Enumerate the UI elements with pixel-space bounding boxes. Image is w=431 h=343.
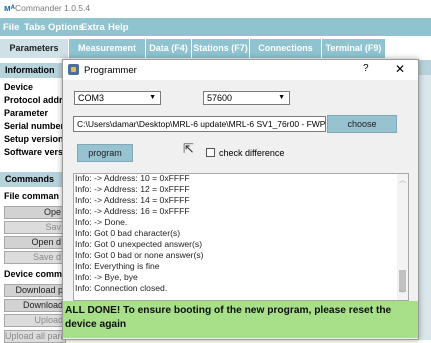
baud-rate-select[interactable]: 57600 ▼ <box>203 91 290 105</box>
com-port-value: COM3 <box>78 93 105 103</box>
tab-stations[interactable]: Stations (F7) <box>192 39 249 58</box>
baud-rate-value: 57600 <box>207 93 233 103</box>
programmer-dialog: Programmer ? ✕ COM3 ▼ 57600 ▼ C:\Users\d… <box>62 59 419 340</box>
log-line: Info: -> Done. <box>75 217 128 227</box>
save-device-button[interactable]: Save d <box>4 251 66 264</box>
help-button[interactable]: ? <box>363 63 369 74</box>
app-title: Commander 1.0.5.4 <box>15 3 91 13</box>
log-line: Info: Everything is fine <box>75 261 160 271</box>
status-message: ALL DONE! To ensure booting of the new p… <box>65 305 392 330</box>
choose-button[interactable]: choose <box>327 115 397 133</box>
chevron-up-icon[interactable]: ︿ <box>399 175 406 185</box>
log-line: Info: -> Address: 12 = 0xFFFF <box>75 184 190 194</box>
info-software-label: Software vers <box>4 147 64 157</box>
chevron-down-icon: ▼ <box>278 94 285 101</box>
download-button[interactable]: Download <box>4 299 66 312</box>
info-setup-label: Setup version <box>4 134 64 144</box>
info-parameter-label: Parameter <box>4 108 49 118</box>
log-scrollbar[interactable]: ︿ ﹀ <box>397 174 408 300</box>
left-panel: Information Device Protocol addr Paramet… <box>0 60 66 343</box>
chevron-down-icon[interactable]: ﹀ <box>399 289 406 299</box>
log-line: Info: Connection closed. <box>75 283 168 293</box>
program-button[interactable]: program <box>77 144 133 162</box>
chevron-down-icon: ▼ <box>149 94 156 101</box>
menu-file[interactable]: File <box>3 22 19 33</box>
log-line: Info: -> Bye, bye <box>75 272 138 282</box>
menu-tabs[interactable]: Tabs <box>24 22 45 33</box>
log-output[interactable]: Info: -> Address: 10 = 0xFFFF Info: -> A… <box>73 173 409 301</box>
tab-connections[interactable]: Connections (F8) <box>250 39 321 72</box>
tab-data[interactable]: Data (F4) <box>146 39 191 58</box>
menu-help[interactable]: Help <box>108 22 129 33</box>
tab-parameters[interactable]: Parameters (F2) <box>0 39 68 72</box>
log-line: Info: -> Address: 10 = 0xFFFF <box>75 173 190 183</box>
check-difference-label: check difference <box>219 148 285 158</box>
menu-bar: File Tabs Options Extra Help <box>0 18 431 36</box>
log-line: Info: -> Address: 14 = 0xFFFF <box>75 195 190 205</box>
check-difference-checkbox[interactable] <box>206 148 215 157</box>
commands-header: Commands <box>0 172 66 187</box>
info-device-label: Device <box>4 82 34 92</box>
dialog-title: Programmer <box>84 65 137 76</box>
log-line: Info: Got 0 bad character(s) <box>75 228 181 238</box>
app-titlebar: ᴍᴬ Commander 1.0.5.4 <box>0 0 431 17</box>
tab-bar: Parameters (F2) Measurement (F3) Data (F… <box>0 37 431 72</box>
download-parameters-button[interactable]: Download p <box>4 284 66 297</box>
mouse-cursor-icon: ⇱ <box>183 141 194 156</box>
open-device-button[interactable]: Open d <box>4 236 66 249</box>
close-button[interactable]: ✕ <box>395 62 405 76</box>
menu-extra[interactable]: Extra <box>81 22 105 33</box>
log-line: Info: Got 0 unexpected answer(s) <box>75 239 203 249</box>
log-line: Info: -> Address: 16 = 0xFFFF <box>75 206 190 216</box>
menu-options[interactable]: Options <box>48 22 84 33</box>
upload-all-parameters-button[interactable]: Upload all parameters <box>4 330 66 343</box>
programmer-icon <box>68 64 79 75</box>
info-protocol-label: Protocol addr <box>4 95 63 105</box>
save-button[interactable]: Sav <box>4 221 66 234</box>
information-header: Information <box>0 63 66 78</box>
tab-terminal[interactable]: Terminal (F9) <box>322 39 385 58</box>
hex-file-path-field[interactable]: C:\Users\damar\Desktop\MRL-6 update\MRL-… <box>73 116 326 132</box>
dialog-titlebar: Programmer ? ✕ <box>63 60 418 80</box>
info-serial-label: Serial number <box>4 121 65 131</box>
file-commands-label: File comman <box>4 191 60 201</box>
log-line: Info: Got 0 bad or none answer(s) <box>75 250 204 260</box>
app-logo-icon: ᴍᴬ <box>4 3 16 13</box>
upload-button[interactable]: Upload <box>4 314 66 327</box>
device-commands-label: Device comm <box>4 269 63 279</box>
open-button[interactable]: Ope <box>4 206 66 219</box>
tab-measurement[interactable]: Measurement (F3) <box>69 39 145 72</box>
status-banner: ALL DONE! To ensure booting of the new p… <box>63 301 418 338</box>
com-port-select[interactable]: COM3 ▼ <box>74 91 161 105</box>
